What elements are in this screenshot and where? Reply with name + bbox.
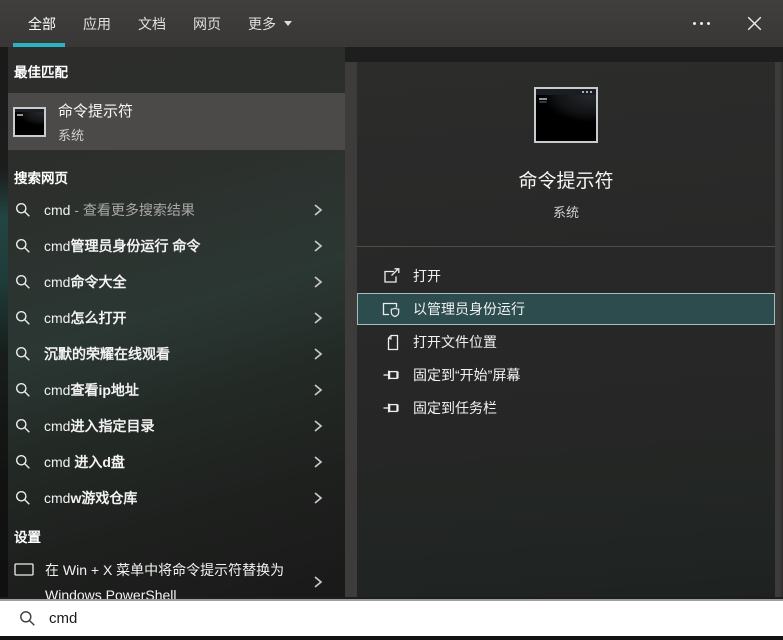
tab-documents-label: 文档 xyxy=(138,15,166,32)
web-search-item[interactable]: cmdw游戏仓库 xyxy=(8,480,345,516)
web-search-item[interactable]: cmd怎么打开 xyxy=(8,300,345,336)
web-search-item-label: 沉默的荣耀在线观看 xyxy=(44,346,170,362)
action-list: 打开 以管理员身份运行 打开文件位置 固定到“开始”屏幕 固定到任务栏 xyxy=(357,260,775,425)
action-label: 打开 xyxy=(413,268,441,284)
run-as-admin-icon xyxy=(382,301,401,318)
tab-web-label: 网页 xyxy=(193,15,221,32)
search-icon xyxy=(15,238,31,254)
window-controls xyxy=(689,0,765,47)
web-search-item-label: cmd管理员身份运行 命令 xyxy=(44,238,201,254)
left-edge xyxy=(0,47,8,597)
settings-header: 设置 xyxy=(14,530,41,545)
open-icon xyxy=(382,268,401,284)
web-search-item[interactable]: cmd管理员身份运行 命令 xyxy=(8,228,345,264)
tab-more-label: 更多 xyxy=(248,15,276,32)
best-match-item[interactable]: 命令提示符 系统 xyxy=(8,93,345,150)
action-open[interactable]: 打开 xyxy=(357,260,775,292)
action-label: 固定到任务栏 xyxy=(413,400,497,416)
more-options-icon[interactable] xyxy=(689,18,714,29)
search-icon xyxy=(15,490,31,506)
action-pin-to-taskbar[interactable]: 固定到任务栏 xyxy=(357,392,775,424)
chevron-right-icon[interactable] xyxy=(313,203,323,217)
web-search-item[interactable]: cmd命令大全 xyxy=(8,264,345,300)
web-search-item-label: cmdw游戏仓库 xyxy=(44,490,138,506)
action-label: 以管理员身份运行 xyxy=(413,301,525,317)
results-panel: 最佳匹配 命令提示符 系统 搜索网页 cmd - 查看更多搜索结果 cmd管理员… xyxy=(8,47,345,603)
action-open-file-location[interactable]: 打开文件位置 xyxy=(357,326,775,358)
search-icon xyxy=(15,310,31,326)
best-match-title: 命令提示符 xyxy=(58,102,134,120)
close-icon[interactable] xyxy=(744,13,765,34)
search-icon xyxy=(19,610,36,627)
search-input[interactable] xyxy=(49,610,549,627)
search-bar xyxy=(0,599,783,636)
chevron-right-icon[interactable] xyxy=(313,311,323,325)
web-search-header: 搜索网页 xyxy=(14,171,68,186)
best-match-subtitle: 系统 xyxy=(58,127,85,143)
chevron-right-icon[interactable] xyxy=(313,383,323,397)
preview-subtitle: 系统 xyxy=(552,205,579,220)
divider xyxy=(357,246,775,247)
chevron-right-icon[interactable] xyxy=(313,455,323,469)
tab-documents[interactable]: 文档 xyxy=(138,0,166,47)
chevron-right-icon[interactable] xyxy=(313,419,323,433)
best-match-header: 最佳匹配 xyxy=(14,65,68,80)
action-pin-to-start[interactable]: 固定到“开始”屏幕 xyxy=(357,359,775,391)
chevron-down-icon xyxy=(284,21,292,26)
tab-web[interactable]: 网页 xyxy=(193,0,221,47)
chevron-right-icon[interactable] xyxy=(313,275,323,289)
file-location-icon xyxy=(382,334,401,351)
web-search-item-label: cmd 进入d盘 xyxy=(44,454,125,470)
web-search-item[interactable]: cmd进入指定目录 xyxy=(8,408,345,444)
pin-icon xyxy=(382,400,401,416)
web-search-item-label: cmd命令大全 xyxy=(44,274,127,290)
tab-bar: 全部 应用 文档 网页 更多 xyxy=(0,0,783,47)
best-match-text: 命令提示符 系统 xyxy=(58,100,133,144)
search-icon xyxy=(15,382,31,398)
web-search-item-label: cmd查看ip地址 xyxy=(44,382,139,398)
chevron-right-icon[interactable] xyxy=(313,239,323,253)
tab-more[interactable]: 更多 xyxy=(248,0,292,47)
web-search-item[interactable]: cmd 进入d盘 xyxy=(8,444,345,480)
cmd-icon xyxy=(13,106,46,137)
windows-search-flyout: 全部 应用 文档 网页 更多 最佳匹配 命令提示符 系统 搜索网页 cmd - … xyxy=(0,0,783,640)
web-search-item[interactable]: cmd查看ip地址 xyxy=(8,372,345,408)
cmd-icon-large xyxy=(534,87,598,143)
chevron-right-icon[interactable] xyxy=(313,491,323,505)
action-label: 固定到“开始”屏幕 xyxy=(413,367,521,383)
preview-title: 命令提示符 xyxy=(518,171,614,192)
right-edge xyxy=(775,47,783,597)
preview-panel: 命令提示符 系统 打开 以管理员身份运行 打开文件位置 固定到“开始”屏幕 固定… xyxy=(357,47,775,597)
search-icon xyxy=(15,454,31,470)
search-icon xyxy=(15,346,31,362)
web-search-item[interactable]: 沉默的荣耀在线观看 xyxy=(8,336,345,372)
action-run-as-admin[interactable]: 以管理员身份运行 xyxy=(357,293,775,325)
action-label: 打开文件位置 xyxy=(413,334,497,350)
tab-apps-label: 应用 xyxy=(83,15,111,32)
chevron-right-icon[interactable] xyxy=(313,347,323,361)
search-icon xyxy=(15,418,31,434)
web-search-item-label: cmd - 查看更多搜索结果 xyxy=(44,202,195,218)
main-area: 最佳匹配 命令提示符 系统 搜索网页 cmd - 查看更多搜索结果 cmd管理员… xyxy=(0,47,783,603)
pin-icon xyxy=(382,367,401,383)
panel-divider xyxy=(345,47,357,597)
chevron-right-icon[interactable] xyxy=(313,575,323,589)
web-search-item-label: cmd进入指定目录 xyxy=(44,418,155,434)
tab-all-label: 全部 xyxy=(28,15,56,32)
search-icon xyxy=(15,274,31,290)
tab-apps[interactable]: 应用 xyxy=(83,0,111,47)
search-icon xyxy=(15,202,31,218)
tab-all[interactable]: 全部 xyxy=(13,0,65,47)
bottom-edge xyxy=(0,636,783,640)
web-search-item[interactable]: cmd - 查看更多搜索结果 xyxy=(8,192,345,228)
web-search-item-label: cmd怎么打开 xyxy=(44,310,127,326)
